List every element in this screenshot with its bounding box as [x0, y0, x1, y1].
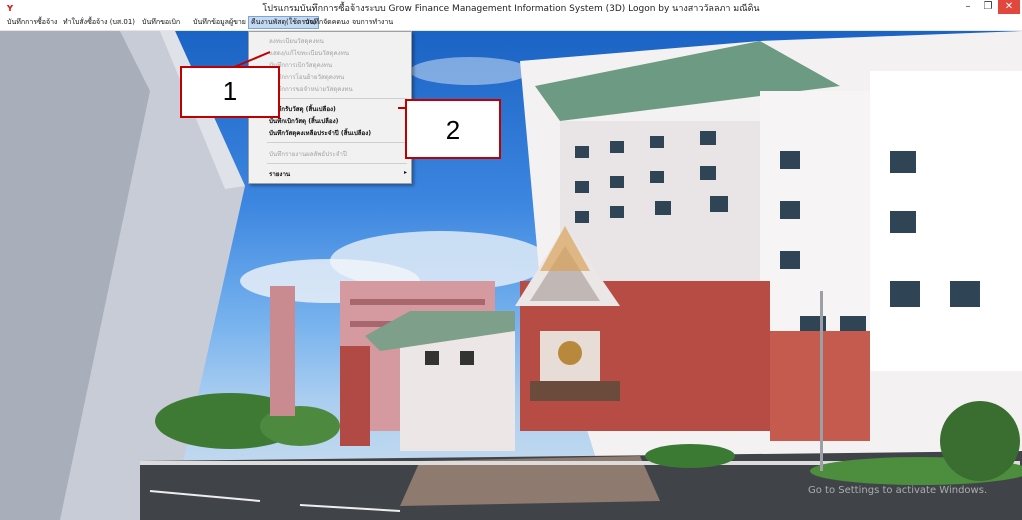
callout-arrows	[231, 51, 497, 109]
callout-box-1: 1	[180, 66, 280, 118]
callout-number-1: 1	[222, 76, 238, 106]
callout-number-2: 2	[445, 115, 461, 145]
callout-box-2: 2	[405, 99, 501, 159]
activate-windows-watermark: Go to Settings to activate Windows.	[808, 485, 988, 496]
